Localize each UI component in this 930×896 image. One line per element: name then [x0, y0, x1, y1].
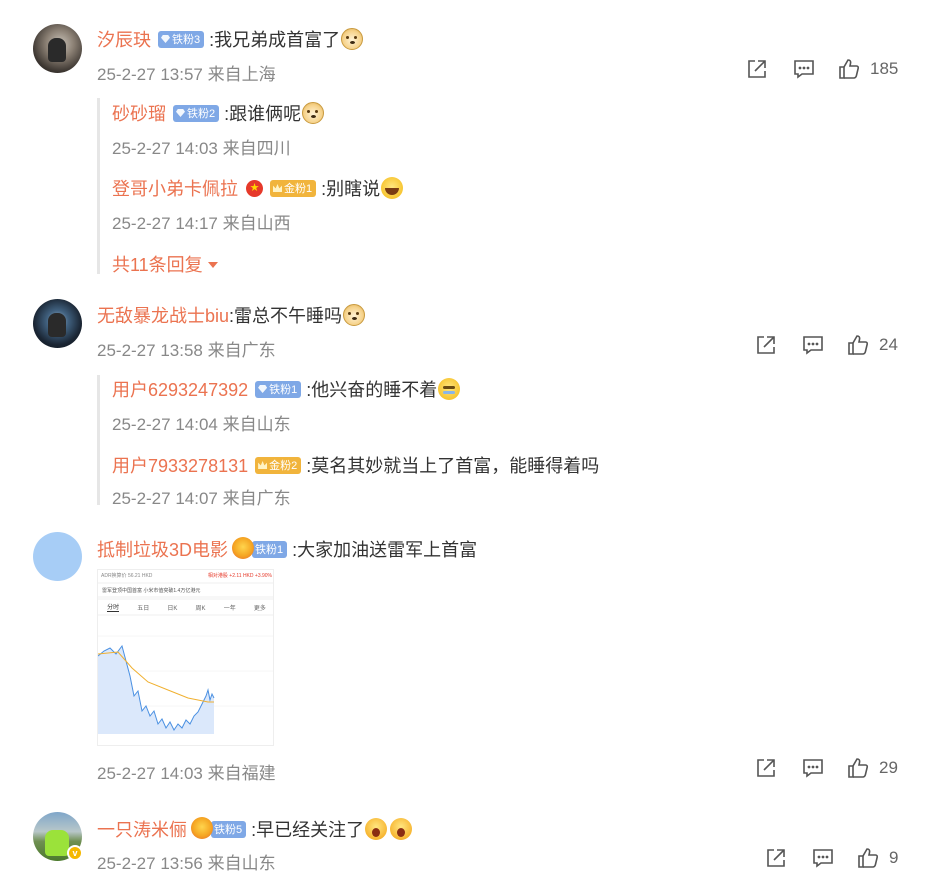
share-icon[interactable] [754, 333, 778, 357]
comment-actions: 9 [764, 846, 898, 870]
username[interactable]: 一只涛米俪 [97, 816, 187, 842]
caret-down-icon [207, 262, 218, 268]
fan-badge[interactable]: 铁粉1 [231, 536, 288, 559]
comment-text: :早已经关注了 [251, 820, 365, 840]
more-replies-label: 共11条回复 [112, 255, 203, 275]
image-tab: 分时 [107, 602, 120, 612]
fan-badge[interactable]: 铁粉1 [255, 380, 302, 398]
avatar[interactable] [33, 532, 82, 581]
comment-icon[interactable] [811, 846, 835, 870]
comment-icon[interactable] [801, 333, 825, 357]
avatar[interactable] [33, 24, 82, 73]
comment-icon[interactable] [801, 756, 825, 780]
comment-actions: 24 [754, 333, 898, 357]
reply-text: :他兴奋的睡不着 [306, 380, 438, 400]
reply-meta: 25-2-27 14:04 来自山东 [112, 415, 291, 434]
reply: 砂砂瑠 铁粉2 :跟谁俩呢 [112, 100, 325, 126]
comment-text: :雷总不午睡吗 [229, 306, 343, 326]
username[interactable]: 无敌暴龙战士biu [97, 302, 229, 328]
reply: 用户7933278131 金粉2 :莫名其妙就当上了首富，能睡得着吗 [112, 452, 599, 478]
reply-username[interactable]: 用户6293247392 [112, 376, 248, 402]
share-icon[interactable] [764, 846, 788, 870]
doge-emoji-icon [302, 102, 325, 124]
image-header-left: ADR换算价 56.21 HKD [101, 573, 153, 579]
comment-meta: 25-2-27 13:56 来自山东 [97, 854, 276, 873]
fan-badge[interactable]: 铁粉2 [173, 104, 220, 122]
image-headline: 雷军登顶中国首富 小米市值突破1.4万亿港元 [98, 584, 273, 596]
comment-text: :大家加油送雷军上首富 [292, 540, 478, 560]
reply-text: :跟谁俩呢 [224, 104, 302, 124]
like-icon[interactable] [846, 333, 870, 357]
reply-meta: 25-2-27 14:07 来自广东 [112, 489, 291, 508]
like-count: 185 [870, 59, 899, 78]
username[interactable]: 汐辰玦 [97, 26, 151, 52]
image-tab: 日K [167, 605, 178, 612]
reply-username[interactable]: 用户7933278131 [112, 452, 248, 478]
fan-badge[interactable]: 铁粉3 [158, 30, 205, 48]
doge-emoji-icon [343, 304, 366, 326]
attached-image[interactable]: ADR换算价 56.21 HKD 相对港股 +2.11 HKD +3.90% 雷军… [97, 569, 274, 746]
like-icon[interactable] [846, 756, 870, 780]
reply-text: :莫名其妙就当上了首富，能睡得着吗 [306, 456, 600, 476]
scream-emoji-icon [390, 818, 413, 840]
reply-divider [97, 98, 100, 274]
comment-meta: 25-2-27 13:58 来自广东 [97, 341, 276, 360]
image-tab: 五日 [137, 605, 150, 612]
scream-emoji-icon [365, 818, 388, 840]
image-tab: 一年 [223, 605, 236, 612]
reply-divider [97, 375, 100, 505]
comment-actions: 29 [754, 756, 898, 780]
more-replies-link[interactable]: 共11条回复 [112, 251, 218, 277]
share-icon[interactable] [745, 57, 769, 81]
comment-actions: 185 [745, 57, 898, 81]
reply-meta: 25-2-27 14:17 来自山西 [112, 214, 291, 233]
comment-meta: 25-2-27 13:57 来自上海 [97, 65, 276, 84]
reply-meta: 25-2-27 14:03 来自四川 [112, 139, 291, 158]
username[interactable]: 抵制垃圾3D电影 [97, 536, 228, 562]
laugh-emoji-icon [381, 177, 404, 199]
verified-v-icon: v [67, 845, 83, 861]
doge-emoji-icon [341, 28, 364, 50]
reply: 用户6293247392 铁粉1 :他兴奋的睡不着 [112, 376, 461, 402]
image-tabs: 分时 五日 日K 周K 一年 更多 [98, 600, 273, 614]
fan-badge[interactable]: 金粉2 [255, 456, 302, 474]
image-tab: 周K [195, 605, 206, 612]
stock-chart-thumbnail [98, 616, 273, 745]
avatar[interactable] [33, 299, 82, 348]
share-icon[interactable] [754, 756, 778, 780]
like-count: 9 [889, 848, 899, 867]
image-tab: 更多 [253, 605, 266, 612]
like-icon[interactable] [856, 846, 880, 870]
like-count: 24 [879, 335, 898, 354]
fan-badge[interactable]: 金粉1 [270, 179, 317, 197]
comment-meta: 25-2-27 14:03 来自福建 [97, 764, 276, 783]
fan-badge[interactable]: 铁粉5 [190, 816, 247, 839]
verified-star-icon [246, 179, 263, 197]
image-header-right: 相对港股 +2.11 HKD +3.90% [207, 573, 272, 579]
reply-username[interactable]: 登哥小弟卡佩拉 [112, 175, 238, 201]
like-count: 29 [879, 758, 898, 777]
comment-icon[interactable] [792, 57, 816, 81]
sleepy-emoji-icon [438, 378, 461, 400]
reply-username[interactable]: 砂砂瑠 [112, 100, 166, 126]
comment-text: :我兄弟成首富了 [209, 30, 341, 50]
reply-text: :别瞎说 [321, 179, 381, 199]
reply: 登哥小弟卡佩拉 金粉1 :别瞎说 [112, 175, 404, 201]
like-icon[interactable] [837, 57, 861, 81]
